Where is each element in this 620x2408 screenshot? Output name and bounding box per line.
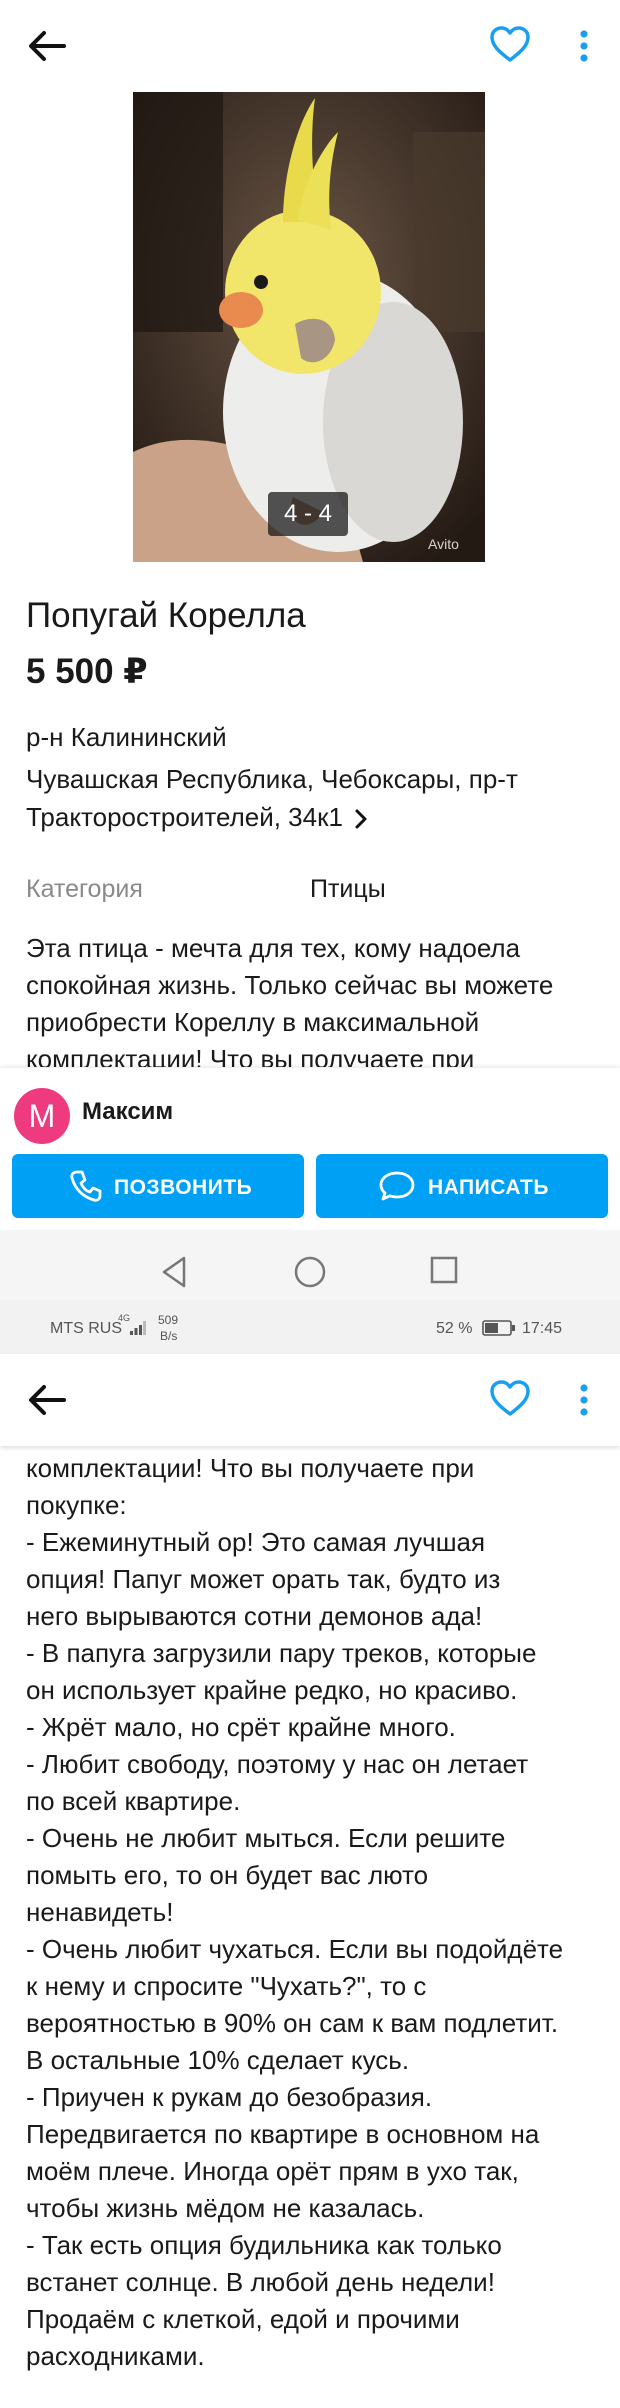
description-line: - Так есть опция будильника как только	[26, 2230, 502, 2260]
network-type: 4G	[118, 1313, 131, 1323]
description-preview: Эта птица - мечта для тех, кому надоела …	[26, 930, 596, 1067]
photo-counter: 4 - 4	[268, 492, 348, 536]
description-line: Передвигается по квартире в основном на	[26, 2119, 540, 2149]
category-label: Категория	[26, 875, 143, 903]
avatar[interactable]: M	[14, 1088, 70, 1144]
description-line: Эта птица - мечта для тех, кому надоела	[26, 933, 521, 963]
listing-address-line2-row[interactable]: Тракторостроителей, 34к1	[26, 798, 369, 836]
write-button[interactable]: НАПИСАТЬ	[316, 1154, 608, 1218]
description-line: - В папуга загрузили пару треков, которы…	[26, 1638, 537, 1668]
description-line: - Очень любит чухаться. Если вы подойдёт…	[26, 1934, 564, 1964]
description-line: Продаём с клеткой, едой и прочими	[26, 2304, 460, 2334]
top-app-bar	[0, 0, 620, 92]
description-line: него вырываются сотни демонов ада!	[26, 1601, 483, 1631]
description-full: комплектации! Что вы получаете при покуп…	[26, 1450, 596, 2375]
description-line: - Ежеминутный ор! Это самая лучшая	[26, 1527, 486, 1557]
category-value: Птицы	[310, 875, 386, 903]
nav-back-icon[interactable]	[160, 1254, 190, 1290]
network-speed-value: 509	[158, 1313, 179, 1327]
description-line: он использует крайне редко, но красиво.	[26, 1675, 518, 1705]
call-button-label: ПОЗВОНИТЬ	[114, 1176, 253, 1199]
description-line: комплектации! Что вы получаете при	[26, 1044, 475, 1067]
description-line: моём плече. Иногда орёт прям в ухо так,	[26, 2156, 519, 2186]
favorite-heart-icon[interactable]	[488, 1378, 532, 1418]
description-line: В остальные 10% сделает кусь.	[26, 2045, 410, 2075]
listing-price: 5 500 ₽	[26, 652, 148, 691]
description-line: - Приучен к рукам до безобразия.	[26, 2082, 433, 2112]
status-bar: MTS RUS 4G 509 B/s 52 % 17:45	[0, 1300, 620, 1354]
more-options-icon[interactable]	[572, 26, 596, 66]
write-button-label: НАПИСАТЬ	[428, 1176, 549, 1199]
listing-district: р-н Калининский	[26, 722, 227, 752]
battery-percent: 52 %	[436, 1320, 473, 1337]
chat-icon	[379, 1171, 415, 1201]
description-line: - Очень не любит мыться. Если решите	[26, 1823, 506, 1853]
nav-recents-icon[interactable]	[428, 1254, 460, 1286]
description-line: спокойная жизнь. Только сейчас вы можете	[26, 970, 554, 1000]
call-button[interactable]: ПОЗВОНИТЬ	[12, 1154, 304, 1218]
description-line: помыть его, то он будет вас люто	[26, 1860, 429, 1890]
description-line: комплектации! Что вы получаете при	[26, 1453, 475, 1483]
description-line: ненавидеть!	[26, 1897, 174, 1927]
network-speed-unit: B/s	[160, 1329, 178, 1343]
photo-watermark: Avito	[428, 536, 459, 552]
description-line: встанет солнце. В любой день недели!	[26, 2267, 495, 2297]
description-line: вероятностью в 90% он сам к вам подлетит…	[26, 2008, 559, 2038]
description-line: по всей квартире.	[26, 1786, 241, 1816]
description-line: опция! Папуг может орать так, будто из	[26, 1564, 501, 1594]
photo-gallery[interactable]: 4 - 4 Avito	[0, 92, 620, 562]
listing-title: Попугай Корелла	[26, 596, 306, 635]
description-line: приобрести Кореллу в максимальной	[26, 1007, 480, 1037]
description-line: расходниками.	[26, 2341, 205, 2371]
seller-name[interactable]: Максим	[82, 1098, 173, 1126]
chevron-right-icon	[355, 809, 367, 829]
back-arrow-icon[interactable]	[26, 28, 66, 64]
phone-icon	[70, 1170, 102, 1202]
battery-icon	[482, 1320, 515, 1336]
more-options-icon[interactable]	[572, 1380, 596, 1420]
listing-address-line1[interactable]: Чувашская Республика, Чебоксары, пр-т	[26, 760, 518, 798]
seller-panel[interactable]: M Максим	[0, 1068, 620, 1158]
clock: 17:45	[522, 1320, 563, 1337]
carrier-name: MTS RUS	[50, 1320, 122, 1337]
listing-address-line2: Тракторостроителей, 34к1	[26, 802, 343, 832]
nav-home-icon[interactable]	[292, 1254, 328, 1290]
favorite-heart-icon[interactable]	[488, 24, 532, 64]
top-app-bar-scrolled	[0, 1354, 620, 1446]
back-arrow-icon[interactable]	[26, 1382, 66, 1418]
description-line: чтобы жизнь мёдом не казалась.	[26, 2193, 425, 2223]
signal-icon	[130, 1321, 146, 1335]
description-line: - Жрёт мало, но срёт крайне много.	[26, 1712, 456, 1742]
description-line: покупке:	[26, 1490, 127, 1520]
description-line: к нему и спросите "Чухать?", то с	[26, 1971, 427, 2001]
description-line: - Любит свободу, поэтому у нас он летает	[26, 1749, 529, 1779]
